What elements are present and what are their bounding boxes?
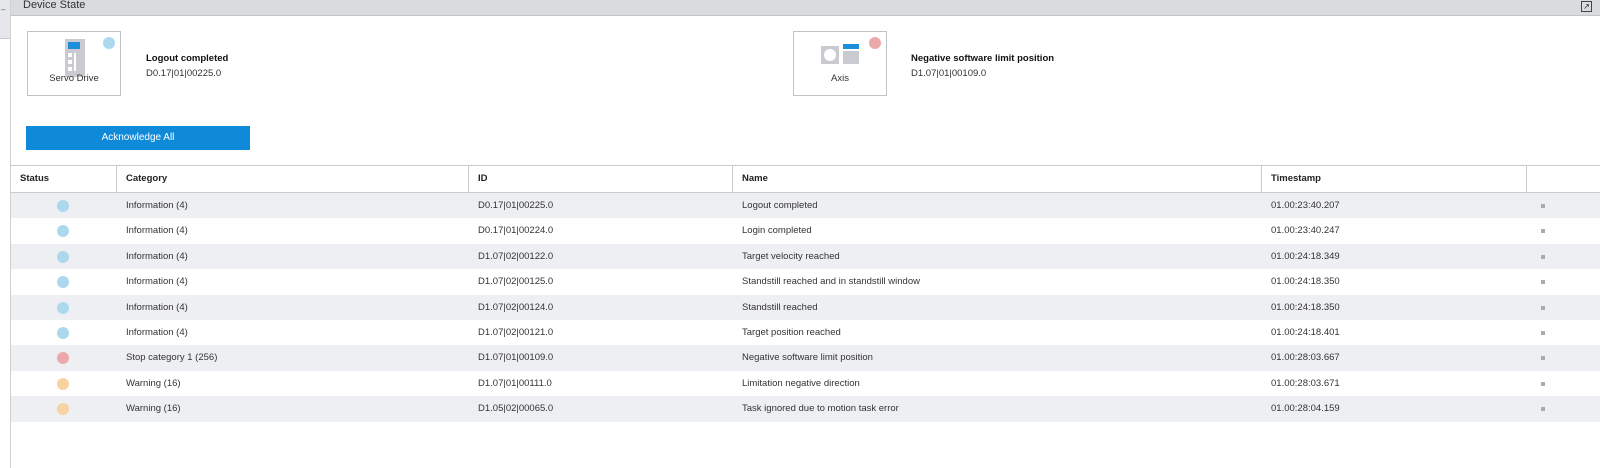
cell-timestamp: 01.00:24:18.401 xyxy=(1271,326,1340,338)
cell-timestamp: 01.00:28:04.159 xyxy=(1271,403,1340,415)
cell-id: D1.07|02|00125.0 xyxy=(478,276,554,288)
cell-timestamp: 01.00:24:18.350 xyxy=(1271,276,1340,288)
status-dot xyxy=(57,276,69,289)
cell-name: Target velocity reached xyxy=(742,250,840,262)
row-details-icon[interactable] xyxy=(1541,305,1545,310)
device-info-servo-drive: Logout completed D0.17|01|00225.0 xyxy=(146,53,228,79)
cell-id: D1.05|02|00065.0 xyxy=(478,403,554,415)
row-details-icon[interactable] xyxy=(1541,204,1545,208)
cell-timestamp: 01.00:24:18.350 xyxy=(1271,301,1340,313)
row-details-icon[interactable] xyxy=(1541,381,1545,386)
table-row[interactable]: Information (4) D0.17|01|00225.0 Logout co… xyxy=(11,193,1600,219)
device-name: Servo Drive xyxy=(49,73,99,84)
cell-id: D1.07|02|00122.0 xyxy=(478,250,554,262)
window-title: Device State xyxy=(23,0,86,11)
column-header-name[interactable]: Name xyxy=(733,166,1262,192)
table-row[interactable]: Warning (16) D1.05|02|00065.0 Task ignored… xyxy=(11,396,1600,422)
cell-category: Information (4) xyxy=(126,276,188,288)
cell-id: D1.07|01|00111.0 xyxy=(478,377,552,389)
cell-name: Standstill reached and in standstill win… xyxy=(742,276,920,288)
column-header-category[interactable]: Category xyxy=(117,166,469,192)
table-row[interactable]: Information (4) D1.07|02|00122.0 Target ve… xyxy=(11,243,1600,270)
cell-category: Warning (16) xyxy=(126,403,181,415)
event-table: Status Category ID Name Timestamp Inform… xyxy=(11,165,1600,422)
cell-timestamp: 01.00:24:18.349 xyxy=(1271,250,1340,262)
device-code: D1.07|01|00109.0 xyxy=(911,68,987,79)
row-details-icon[interactable] xyxy=(1541,356,1545,361)
status-dot xyxy=(57,200,69,212)
device-status-dot xyxy=(869,37,881,49)
cell-id: D0.17|01|00224.0 xyxy=(478,225,554,237)
cell-id: D1.07|01|00109.0 xyxy=(478,352,554,364)
device-status-dot xyxy=(103,37,115,49)
cell-timestamp: 01.00:23:40.207 xyxy=(1271,200,1340,211)
device-card-axis[interactable]: Axis xyxy=(793,31,887,96)
device-message: Logout completed xyxy=(146,53,229,64)
status-dot xyxy=(57,352,69,365)
column-header-timestamp[interactable]: Timestamp xyxy=(1262,166,1527,192)
servo-drive-icon xyxy=(65,39,85,77)
status-dot xyxy=(57,326,69,339)
cell-timestamp: 01.00:28:03.671 xyxy=(1271,377,1340,389)
left-panel-strip: – xyxy=(0,0,11,468)
row-details-icon[interactable] xyxy=(1541,254,1545,259)
cell-name: Task ignored due to motion task error xyxy=(742,403,899,415)
status-dot xyxy=(57,403,69,416)
cell-category: Warning (16) xyxy=(126,377,181,389)
status-dot xyxy=(57,301,69,314)
popout-icon[interactable]: ↗ xyxy=(1581,1,1592,12)
table-header: Status Category ID Name Timestamp xyxy=(11,165,1600,193)
cell-name: Negative software limit position xyxy=(742,352,873,364)
cell-category: Information (4) xyxy=(126,200,188,211)
status-dot xyxy=(57,250,69,263)
table-row[interactable]: Information (4) D1.07|02|00125.0 Standstil… xyxy=(11,269,1600,295)
cell-timestamp: 01.00:28:03.667 xyxy=(1271,352,1340,364)
status-dot xyxy=(57,377,69,390)
cell-category: Information (4) xyxy=(126,250,188,262)
table-row[interactable]: Information (4) D1.07|02|00124.0 Standstil… xyxy=(11,294,1600,320)
row-details-icon[interactable] xyxy=(1541,280,1545,285)
table-body: Information (4) D0.17|01|00225.0 Logout co… xyxy=(11,193,1600,422)
column-header-status[interactable]: Status xyxy=(11,166,117,192)
cell-name: Target position reached xyxy=(742,326,841,338)
acknowledge-all-button[interactable]: Acknowledge All xyxy=(26,126,250,150)
device-card-servo-drive[interactable]: Servo Drive xyxy=(27,31,121,96)
cell-category: Information (4) xyxy=(126,301,188,313)
status-dot xyxy=(57,225,69,238)
cell-category: Information (4) xyxy=(126,225,188,237)
cell-category: Information (4) xyxy=(126,326,188,338)
window-titlebar: Device State ↗ xyxy=(11,0,1600,16)
cell-id: D1.07|02|00121.0 xyxy=(478,326,554,338)
cell-name: Limitation negative direction xyxy=(742,377,860,389)
column-header-id[interactable]: ID xyxy=(469,166,733,192)
device-code: D0.17|01|00225.0 xyxy=(146,68,222,79)
device-name: Axis xyxy=(831,73,849,84)
cell-name: Logout completed xyxy=(742,200,818,211)
table-row[interactable]: Stop category 1 (256) D1.07|01|00109.0 Neg… xyxy=(11,345,1600,371)
cell-name: Login completed xyxy=(742,225,812,237)
cell-id: D1.07|02|00124.0 xyxy=(478,301,554,313)
table-row[interactable]: Information (4) D1.07|02|00121.0 Target po… xyxy=(11,319,1600,346)
axis-icon xyxy=(821,44,859,64)
cell-id: D0.17|01|00225.0 xyxy=(478,200,554,211)
collapse-handle-icon[interactable]: – xyxy=(1,5,5,14)
table-row[interactable]: Information (4) D0.17|01|00224.0 Login com… xyxy=(11,218,1600,244)
row-details-icon[interactable] xyxy=(1541,407,1545,412)
row-details-icon[interactable] xyxy=(1541,330,1545,335)
row-details-icon[interactable] xyxy=(1541,229,1545,234)
device-info-axis: Negative software limit position D1.07|0… xyxy=(911,53,1054,79)
cell-timestamp: 01.00:23:40.247 xyxy=(1271,225,1340,237)
cell-name: Standstill reached xyxy=(742,301,818,313)
cell-category: Stop category 1 (256) xyxy=(126,352,218,364)
table-row[interactable]: Warning (16) D1.07|01|00111.0 Limitation n… xyxy=(11,370,1600,397)
device-message: Negative software limit position xyxy=(911,53,1055,64)
